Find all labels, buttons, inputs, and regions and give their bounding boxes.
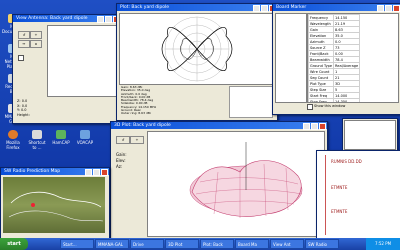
maximize-icon[interactable] <box>311 123 318 130</box>
minimize-icon[interactable] <box>85 169 92 176</box>
prediction-map-window[interactable]: SW Radio Prediction Map <box>0 167 110 240</box>
plot-titlebar[interactable]: Plot: Back yard dipole <box>117 4 277 12</box>
property-value: 14.350 <box>333 98 361 102</box>
desktop-icon-firefox[interactable]: Mozilla Firefox <box>2 130 24 150</box>
window-title: Board Marker <box>276 5 307 10</box>
desktop-icon-label: Shortcut to ... <box>28 140 46 150</box>
rotate-3d-button[interactable]: ↺ <box>116 136 130 144</box>
antenna-readouts: Z: 0.0 X: 0.0 Y: 0.0 Height: <box>17 99 30 117</box>
readout-line: Elev: <box>116 158 126 163</box>
taskbar-item[interactable]: Drive <box>130 239 164 249</box>
maximize-icon[interactable] <box>93 169 100 176</box>
plot-3d-svg <box>189 142 303 218</box>
close-icon[interactable] <box>101 169 108 176</box>
close-icon[interactable] <box>393 5 400 12</box>
rotate-button[interactable]: ↺ <box>18 31 30 39</box>
board-properties: Frequency 14.150 Wavelength 21.19 Gain 8.63 El… <box>307 13 399 103</box>
window-title: 3D Plot: Back yard dipole <box>114 123 171 128</box>
taskbar-item[interactable]: Plot: Back <box>200 239 234 249</box>
taskbar-item[interactable]: Board Ma <box>235 239 269 249</box>
world-map-svg <box>8 191 104 222</box>
view-antenna-titlebar[interactable]: View Antenna: Back yard dipole <box>13 15 121 23</box>
propagation-contour <box>8 210 104 222</box>
reset-view-button[interactable]: o <box>30 40 42 48</box>
minimize-icon[interactable] <box>97 16 104 23</box>
log-window[interactable]: RUMNIS DD.DD ETMNTE ETMNTE <box>316 150 400 240</box>
shortcut-icon <box>32 130 42 139</box>
minimize-icon[interactable] <box>303 123 310 130</box>
window-title: Plot: Back yard dipole <box>120 5 169 10</box>
show-window-label: Show this window <box>314 104 346 108</box>
desktop: My Documents My Network Places Recycle B… <box>0 0 400 240</box>
readout-line: Height: <box>17 112 30 117</box>
antenna-view-canvas[interactable] <box>47 25 119 97</box>
desktop-icon-label: Mozilla Firefox <box>6 140 20 150</box>
hamcap-icon <box>56 130 66 139</box>
maximize-icon[interactable] <box>105 16 112 23</box>
show-currents-checkbox[interactable] <box>18 55 24 61</box>
maximize-icon[interactable] <box>385 5 392 12</box>
minimize-icon[interactable] <box>377 5 384 12</box>
propagation-contour <box>10 191 102 208</box>
maximize-icon[interactable] <box>261 5 268 12</box>
system-tray-clock[interactable]: 7:52 PM <box>366 238 400 250</box>
taskbar-item[interactable]: SW Radio <box>305 239 339 249</box>
board-marker-titlebar[interactable]: Board Marker <box>273 4 400 12</box>
view-antenna-window[interactable]: View Antenna: Back yard dipole ↺ + ↔ o Z… <box>12 14 122 124</box>
prediction-map-titlebar[interactable]: SW Radio Prediction Map <box>1 168 109 176</box>
properties-table: Frequency 14.150 Wavelength 21.19 Gain 8.63 El… <box>308 14 361 102</box>
taskbar-item[interactable]: 3D Plot <box>165 239 199 249</box>
readout-line: Gain: <box>116 152 127 157</box>
taskbar-item[interactable]: Start... <box>60 239 94 249</box>
pan-button[interactable]: ↔ <box>18 40 30 48</box>
plot-window[interactable]: Plot: Back yard dipole Gain: 8.63 dBi El… <box>116 3 278 121</box>
desktop-icon-label: VOACAP <box>76 140 94 145</box>
log-timeline <box>325 155 326 235</box>
close-icon[interactable] <box>319 123 326 130</box>
data-table-window[interactable] <box>342 118 398 152</box>
mesh-surface <box>191 160 302 217</box>
world-map[interactable] <box>3 177 105 233</box>
polar-plot-canvas[interactable] <box>119 13 275 85</box>
plot-3d-canvas[interactable] <box>147 131 325 237</box>
property-row[interactable]: Stop Freq 14.350 <box>308 98 361 102</box>
board-tree[interactable] <box>275 13 307 103</box>
taskbar-item[interactable]: View Ant <box>270 239 304 249</box>
firefox-icon <box>8 130 18 139</box>
window-title: SW Radio Prediction Map <box>4 169 61 174</box>
antenna-controls: ↺ + ↔ o <box>16 25 44 89</box>
readout-line: Az: <box>116 164 123 169</box>
voacap-icon <box>80 130 90 139</box>
desktop-icon-hamcap[interactable]: HamCAP <box>50 130 72 145</box>
log-entry: ETMNTE <box>331 209 348 214</box>
taskbar: start Start... MMANA-GAL Drive 3D Plot P… <box>0 238 400 250</box>
info-line: Outer ring: 8.63 dBi <box>121 111 151 116</box>
board-marker-window[interactable]: Board Marker Frequency 14.150 Wavelength 21… <box>272 3 400 115</box>
property-name: Stop Freq <box>308 98 335 102</box>
plot-3d-window[interactable]: 3D Plot: Back yard dipole ↺ + Gain: Elev… <box>110 121 328 240</box>
desktop-icon-voacap[interactable]: VOACAP <box>74 130 96 145</box>
start-button[interactable]: start <box>0 238 28 250</box>
minimize-icon[interactable] <box>253 5 260 12</box>
window-title: View Antenna: Back yard dipole <box>16 16 88 21</box>
zoom-button[interactable]: + <box>30 31 42 39</box>
log-entry: RUMNIS DD.DD <box>331 159 362 164</box>
polar-plot-svg <box>161 16 233 82</box>
plot-3d-titlebar[interactable]: 3D Plot: Back yard dipole <box>111 122 327 130</box>
desktop-icon-shortcut[interactable]: Shortcut to ... <box>26 130 48 150</box>
data-grid <box>344 120 396 150</box>
show-window-checkbox[interactable] <box>307 104 313 110</box>
zoom-3d-button[interactable]: + <box>130 136 144 144</box>
taskbar-item[interactable]: MMANA-GAL <box>95 239 129 249</box>
plot-side-values <box>229 86 273 118</box>
plot-info: Gain: 8.63 dBi Elevation: 35.0 deg Azimu… <box>121 85 156 116</box>
station-marker-icon <box>31 203 35 207</box>
plot-3d-controls: ↺ + Gain: Elev: Az: <box>114 132 144 232</box>
desktop-icon-label: HamCAP <box>52 140 70 145</box>
log-entry: ETMNTE <box>331 185 348 190</box>
